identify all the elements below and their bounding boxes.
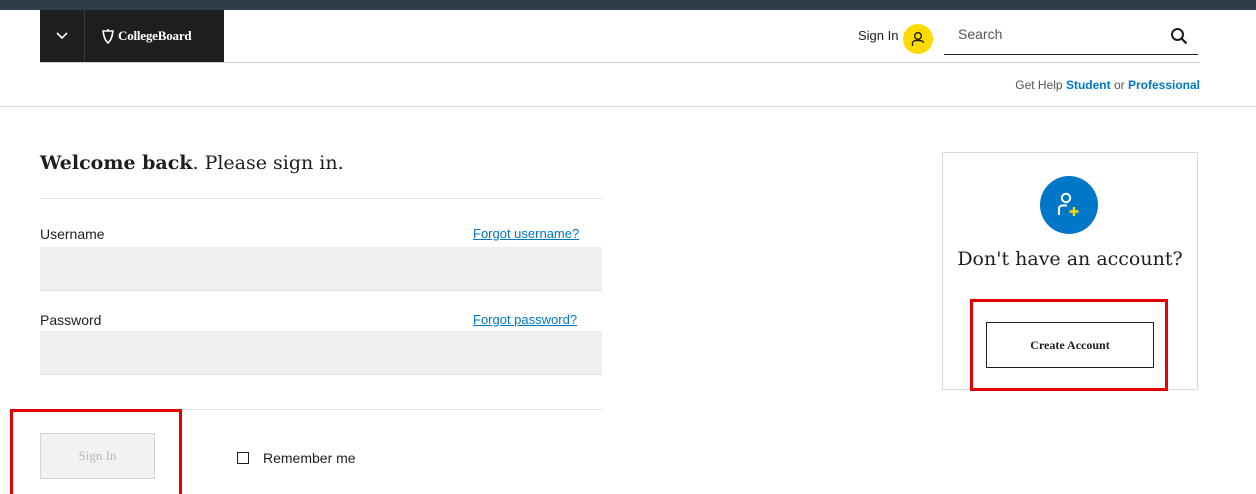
welcome-bold: Welcome back xyxy=(40,152,193,174)
header-search xyxy=(944,20,1198,55)
remember-me-checkbox[interactable] xyxy=(237,452,249,464)
header-divider xyxy=(40,62,1200,63)
username-label: Username xyxy=(40,226,105,242)
subheader-divider xyxy=(0,106,1256,107)
help-student-link[interactable]: Student xyxy=(1066,78,1111,92)
remember-me-option[interactable]: Remember me xyxy=(237,450,356,466)
top-accent-bar xyxy=(0,0,1256,10)
card-title: Don't have an account? xyxy=(957,248,1183,270)
collegeboard-logo[interactable]: CollegeBoard xyxy=(84,10,224,62)
help-professional-link[interactable]: Professional xyxy=(1128,78,1200,92)
username-field[interactable] xyxy=(40,247,602,291)
password-field[interactable] xyxy=(40,331,602,375)
acorn-logo-icon xyxy=(102,29,114,44)
search-input[interactable] xyxy=(944,26,1158,42)
search-icon[interactable] xyxy=(1170,27,1188,45)
header-sign-in-avatar[interactable] xyxy=(903,24,933,54)
get-help-line: Get Help Student or Professional xyxy=(1015,78,1200,92)
user-icon xyxy=(911,32,925,46)
help-or-text: or xyxy=(1113,78,1125,92)
add-user-icon xyxy=(1040,176,1098,234)
logo-text: CollegeBoard xyxy=(118,28,192,43)
page-title: Welcome back. Please sign in. xyxy=(40,152,344,174)
forgot-password-link[interactable]: Forgot password? xyxy=(473,312,577,327)
get-help-label: Get Help xyxy=(1015,78,1063,92)
form-top-divider xyxy=(40,198,602,199)
menu-toggle-button[interactable] xyxy=(40,10,84,62)
chevron-down-icon xyxy=(56,32,68,40)
password-label: Password xyxy=(40,312,102,328)
remember-me-label: Remember me xyxy=(263,450,356,466)
forgot-username-link[interactable]: Forgot username? xyxy=(473,226,579,241)
highlight-box-create-account xyxy=(970,299,1168,391)
header-sign-in-link[interactable]: Sign In xyxy=(858,28,898,43)
welcome-rest: . Please sign in. xyxy=(192,152,344,174)
highlight-box-sign-in xyxy=(10,409,182,494)
